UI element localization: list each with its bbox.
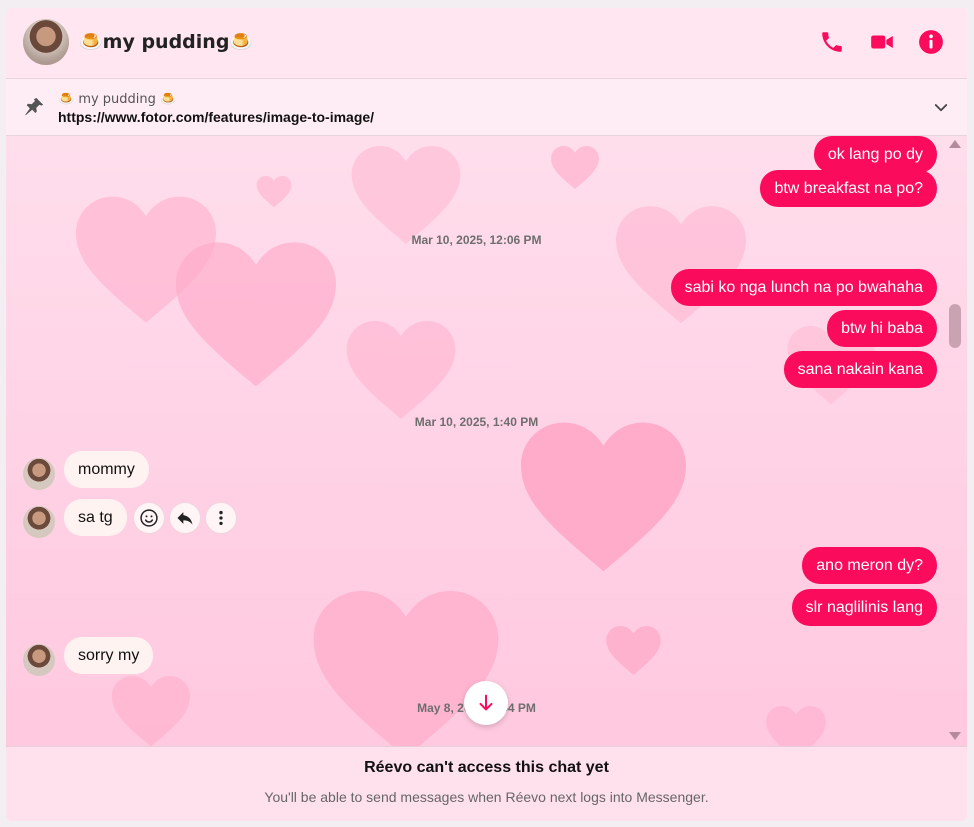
chevron-down-icon[interactable] bbox=[932, 99, 950, 117]
scroll-down-arrow-icon[interactable] bbox=[948, 730, 962, 742]
heart-decoration-icon bbox=[606, 626, 661, 675]
more-options-button[interactable] bbox=[205, 502, 237, 534]
heart-decoration-icon bbox=[551, 146, 599, 190]
incoming-message[interactable]: sorry my bbox=[64, 637, 154, 674]
heart-decoration-icon bbox=[176, 242, 336, 387]
outgoing-message[interactable]: slr naglilinis lang bbox=[791, 589, 937, 626]
message-list[interactable]: ok lang po dy btw breakfast na po? Mar 1… bbox=[6, 136, 967, 746]
pin-icon bbox=[25, 97, 44, 116]
reply-icon bbox=[177, 512, 193, 525]
timestamp: Mar 10, 2025, 12:06 PM bbox=[411, 233, 542, 247]
outgoing-message[interactable]: btw breakfast na po? bbox=[760, 170, 937, 207]
notice-title: Réevo can't access this chat yet bbox=[364, 759, 609, 776]
video-icon[interactable] bbox=[869, 29, 895, 55]
notice-subtitle: You'll be able to send messages when Rée… bbox=[264, 789, 709, 805]
pinned-message-bar[interactable]: 🍮 my pudding 🍮 https://www.fotor.com/fea… bbox=[6, 79, 967, 136]
heart-decoration-icon bbox=[351, 146, 461, 244]
outgoing-message[interactable]: ano meron dy? bbox=[802, 547, 937, 584]
outgoing-message[interactable]: ok lang po dy bbox=[813, 136, 937, 173]
avatar[interactable] bbox=[23, 458, 55, 490]
avatar[interactable] bbox=[23, 644, 55, 676]
pinned-sender: 🍮 my pudding 🍮 bbox=[58, 92, 177, 107]
scrollbar-thumb[interactable] bbox=[949, 304, 961, 348]
outgoing-message[interactable]: btw hi baba bbox=[827, 310, 937, 347]
reply-button[interactable] bbox=[169, 502, 201, 534]
outgoing-message[interactable]: sana nakain kana bbox=[783, 351, 937, 388]
heart-decoration-icon bbox=[256, 176, 292, 208]
scroll-to-bottom-button[interactable] bbox=[464, 681, 508, 725]
arrow-down-icon bbox=[479, 694, 493, 711]
incoming-message[interactable]: sa tg bbox=[64, 499, 127, 536]
info-icon[interactable] bbox=[918, 29, 944, 55]
heart-decoration-icon bbox=[521, 422, 686, 572]
scroll-up-arrow-icon[interactable] bbox=[948, 138, 962, 150]
composer-disabled-notice: Réevo can't access this chat yet You'll … bbox=[6, 746, 967, 821]
timestamp: Mar 10, 2025, 1:40 PM bbox=[414, 415, 539, 429]
pinned-link[interactable]: https://www.fotor.com/features/image-to-… bbox=[58, 109, 374, 125]
incoming-message[interactable]: mommy bbox=[64, 451, 149, 488]
react-button[interactable] bbox=[133, 502, 165, 534]
avatar[interactable] bbox=[23, 19, 69, 65]
chat-title[interactable]: 🍮my pudding🍮 bbox=[79, 30, 253, 53]
smiley-icon bbox=[140, 509, 158, 527]
heart-decoration-icon bbox=[346, 321, 456, 419]
more-vertical-icon bbox=[219, 510, 223, 526]
heart-decoration-icon bbox=[616, 206, 746, 324]
messenger-window: 🍮my pudding🍮 🍮 my pudding 🍮 https://www.… bbox=[6, 8, 967, 821]
avatar[interactable] bbox=[23, 506, 55, 538]
phone-icon[interactable] bbox=[819, 29, 845, 55]
outgoing-message[interactable]: sabi ko nga lunch na po bwahaha bbox=[670, 269, 937, 306]
chat-header: 🍮my pudding🍮 bbox=[6, 8, 967, 79]
